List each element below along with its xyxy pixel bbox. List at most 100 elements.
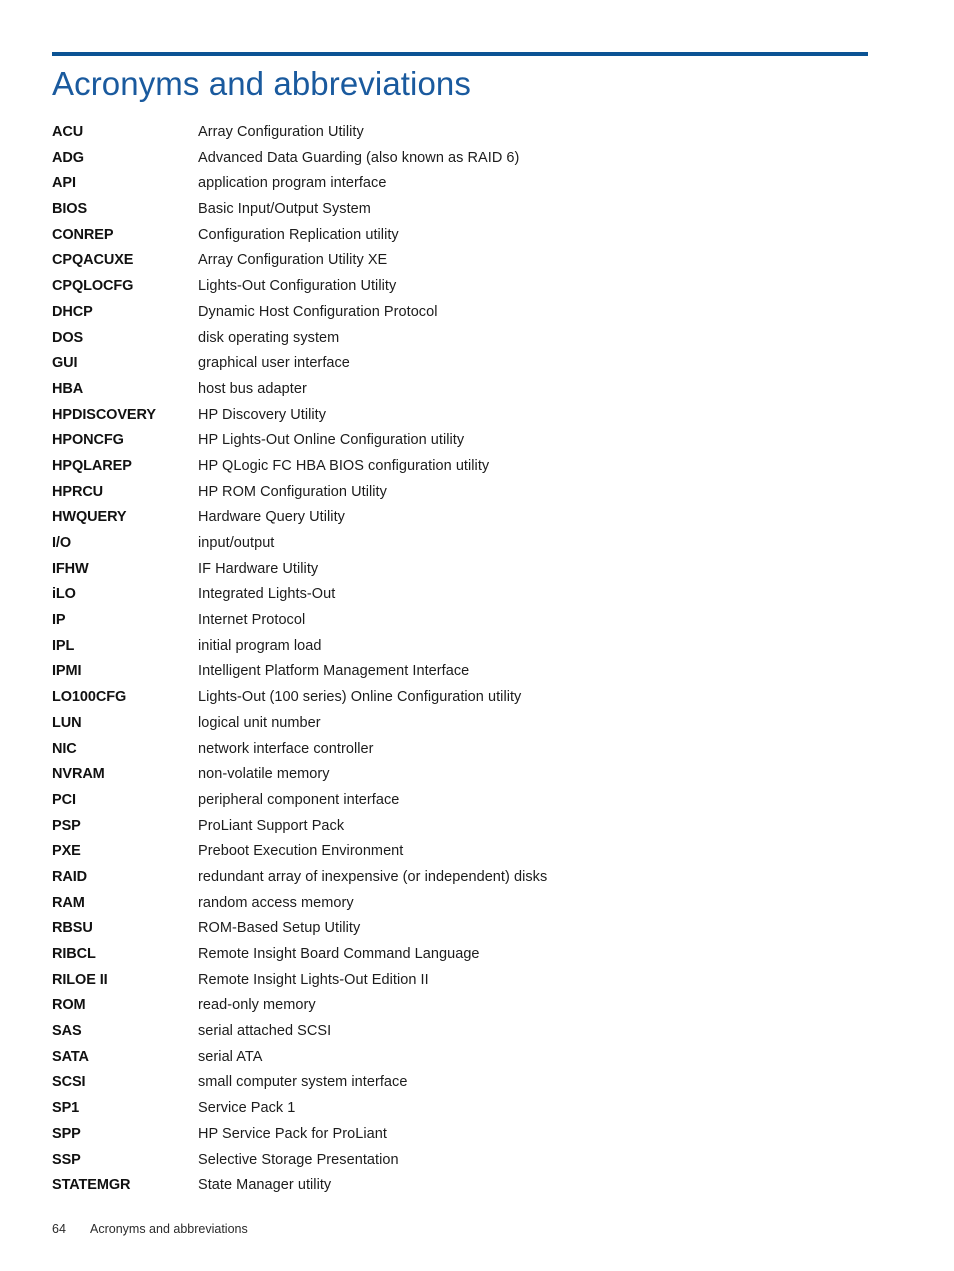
- glossary-definition: non-volatile memory: [198, 766, 330, 783]
- glossary-row: PSP ProLiant Support Pack: [52, 814, 882, 840]
- glossary-term: IPL: [52, 637, 75, 654]
- glossary-term: RAID: [52, 868, 88, 885]
- glossary-row: I/O input/output: [52, 531, 882, 557]
- glossary-definition: Basic Input/Output System: [198, 201, 371, 218]
- glossary-term: SATA: [52, 1048, 89, 1065]
- glossary-list: ACU Array Configuration Utility ADG Advance…: [52, 120, 882, 1199]
- glossary-row: SSP Selective Storage Presentation: [52, 1148, 882, 1174]
- glossary-definition: Remote Insight Board Command Language: [198, 946, 480, 962]
- page-header: Acronyms and abbreviations: [52, 52, 868, 103]
- glossary-definition: Service Pack 1: [198, 1100, 296, 1117]
- glossary-term: NIC: [52, 740, 77, 757]
- glossary-row: IFHW IF Hardware Utility: [52, 557, 882, 583]
- glossary-term: IP: [52, 612, 66, 629]
- glossary-row: PCI peripheral component interface: [52, 788, 882, 814]
- glossary-row: SPP HP Service Pack for ProLiant: [52, 1122, 882, 1148]
- glossary-definition: HP Discovery Utility: [198, 406, 327, 423]
- glossary-row: RAID redundant array of inexpensive (or i…: [52, 865, 882, 891]
- glossary-definition: ROM-Based Setup Utility: [198, 920, 361, 937]
- glossary-row: API application program interface: [52, 171, 882, 197]
- glossary-term: PXE: [52, 843, 81, 860]
- glossary-term: API: [52, 175, 76, 192]
- glossary-row: HPDISCOVERY HP Discovery Utility: [52, 403, 882, 429]
- glossary-term: SP1: [52, 1100, 80, 1117]
- glossary-term: LUN: [52, 714, 82, 731]
- glossary-row: HPONCFG HP Lights-Out Online Configuratio…: [52, 428, 882, 454]
- glossary-row: HPQLAREP HP QLogic FC HBA BIOS configurat…: [52, 454, 882, 480]
- glossary-definition: small computer system interface: [198, 1074, 408, 1091]
- glossary-term: HPQLAREP: [52, 457, 132, 474]
- glossary-definition: Advanced Data Guarding (also known as RA…: [198, 149, 520, 166]
- glossary-row: IPL initial program load: [52, 634, 882, 660]
- glossary-row: RIBCL Remote Insight Board Command Langua…: [52, 942, 882, 968]
- glossary-term: ACU: [52, 124, 84, 140]
- glossary-term: NVRAM: [52, 766, 105, 783]
- glossary-definition: serial attached SCSI: [198, 1023, 332, 1040]
- glossary-row: CPQLOCFG Lights-Out Configuration Utility: [52, 274, 882, 300]
- glossary-term: HWQUERY: [52, 509, 127, 526]
- glossary-term: iLO: [52, 586, 76, 603]
- glossary-definition: Intelligent Platform Management Interfac…: [198, 663, 470, 680]
- glossary-term: CONREP: [52, 226, 114, 243]
- footer-section-label: Acronyms and abbreviations: [90, 1222, 248, 1236]
- glossary-row: DHCP Dynamic Host Configuration Protocol: [52, 300, 882, 326]
- glossary-definition: Hardware Query Utility: [198, 509, 345, 526]
- glossary-definition: Remote Insight Lights-Out Edition II: [198, 971, 429, 988]
- glossary-row: RILOE II Remote Insight Lights-Out Editio…: [52, 968, 882, 994]
- glossary-row: LUN logical unit number: [52, 711, 882, 737]
- glossary-definition: Internet Protocol: [198, 612, 306, 629]
- glossary-term: CPQACUXE: [52, 252, 134, 269]
- glossary-term: IFHW: [52, 560, 89, 577]
- glossary-term: ROM: [52, 997, 86, 1014]
- glossary-term: I/O: [52, 535, 72, 551]
- glossary-row: PXE Preboot Execution Environment: [52, 839, 882, 865]
- glossary-row: NVRAM non-volatile memory: [52, 762, 882, 788]
- glossary-definition: initial program load: [198, 637, 322, 654]
- glossary-definition: HP Service Pack for ProLiant: [198, 1125, 387, 1142]
- glossary-definition: random access memory: [198, 894, 354, 911]
- glossary-definition: graphical user interface: [198, 355, 350, 372]
- footer-page-number: 64: [52, 1222, 66, 1236]
- glossary-definition: HP QLogic FC HBA BIOS configuration util…: [198, 457, 490, 474]
- glossary-term: HPONCFG: [52, 432, 124, 449]
- glossary-term: RBSU: [52, 920, 93, 937]
- glossary-definition: application program interface: [198, 175, 387, 192]
- glossary-term: ADG: [52, 149, 84, 166]
- glossary-term: HPRCU: [52, 483, 104, 500]
- glossary-definition: Array Configuration Utility: [198, 124, 364, 140]
- glossary-term: SSP: [52, 1151, 81, 1168]
- glossary-row: SCSI small computer system interface: [52, 1070, 882, 1096]
- glossary-row: HWQUERY Hardware Query Utility: [52, 505, 882, 531]
- glossary-definition: input/output: [198, 535, 275, 551]
- glossary-row: STATEMGR State Manager utility: [52, 1173, 882, 1199]
- glossary-term: SPP: [52, 1125, 81, 1142]
- glossary-term: RIBCL: [52, 946, 96, 962]
- glossary-row: NIC network interface controller: [52, 737, 882, 763]
- glossary-row: SATA serial ATA: [52, 1045, 882, 1071]
- page-title: Acronyms and abbreviations: [52, 65, 471, 102]
- glossary-row: IPMI Intelligent Platform Management Inte…: [52, 659, 882, 685]
- glossary-definition: Preboot Execution Environment: [198, 843, 404, 860]
- document-page: Acronyms and abbreviations ACU Array Conf…: [0, 0, 954, 1271]
- glossary-row: RAM random access memory: [52, 891, 882, 917]
- glossary-row: iLO Integrated Lights-Out: [52, 582, 882, 608]
- glossary-term: PCI: [52, 791, 76, 808]
- glossary-term: GUI: [52, 355, 78, 372]
- glossary-row: LO100CFG Lights-Out (100 series) Online C…: [52, 685, 882, 711]
- glossary-definition: Lights-Out (100 series) Online Configura…: [198, 689, 522, 706]
- glossary-row: HBA host bus adapter: [52, 377, 882, 403]
- glossary-term: DOS: [52, 329, 84, 346]
- glossary-term: RILOE II: [52, 971, 108, 988]
- glossary-row: ADG Advanced Data Guarding (also known as…: [52, 146, 882, 172]
- glossary-row: RBSU ROM-Based Setup Utility: [52, 916, 882, 942]
- glossary-definition: host bus adapter: [198, 380, 307, 397]
- glossary-term: CPQLOCFG: [52, 278, 134, 295]
- glossary-row: CPQACUXE Array Configuration Utility XE: [52, 248, 882, 274]
- glossary-row: CONREP Configuration Replication utility: [52, 223, 882, 249]
- glossary-definition: read-only memory: [198, 997, 316, 1014]
- glossary-row: BIOS Basic Input/Output System: [52, 197, 882, 223]
- glossary-definition: logical unit number: [198, 714, 321, 731]
- glossary-definition: redundant array of inexpensive (or indep…: [198, 868, 548, 885]
- glossary-row: IP Internet Protocol: [52, 608, 882, 634]
- glossary-definition: Configuration Replication utility: [198, 226, 399, 243]
